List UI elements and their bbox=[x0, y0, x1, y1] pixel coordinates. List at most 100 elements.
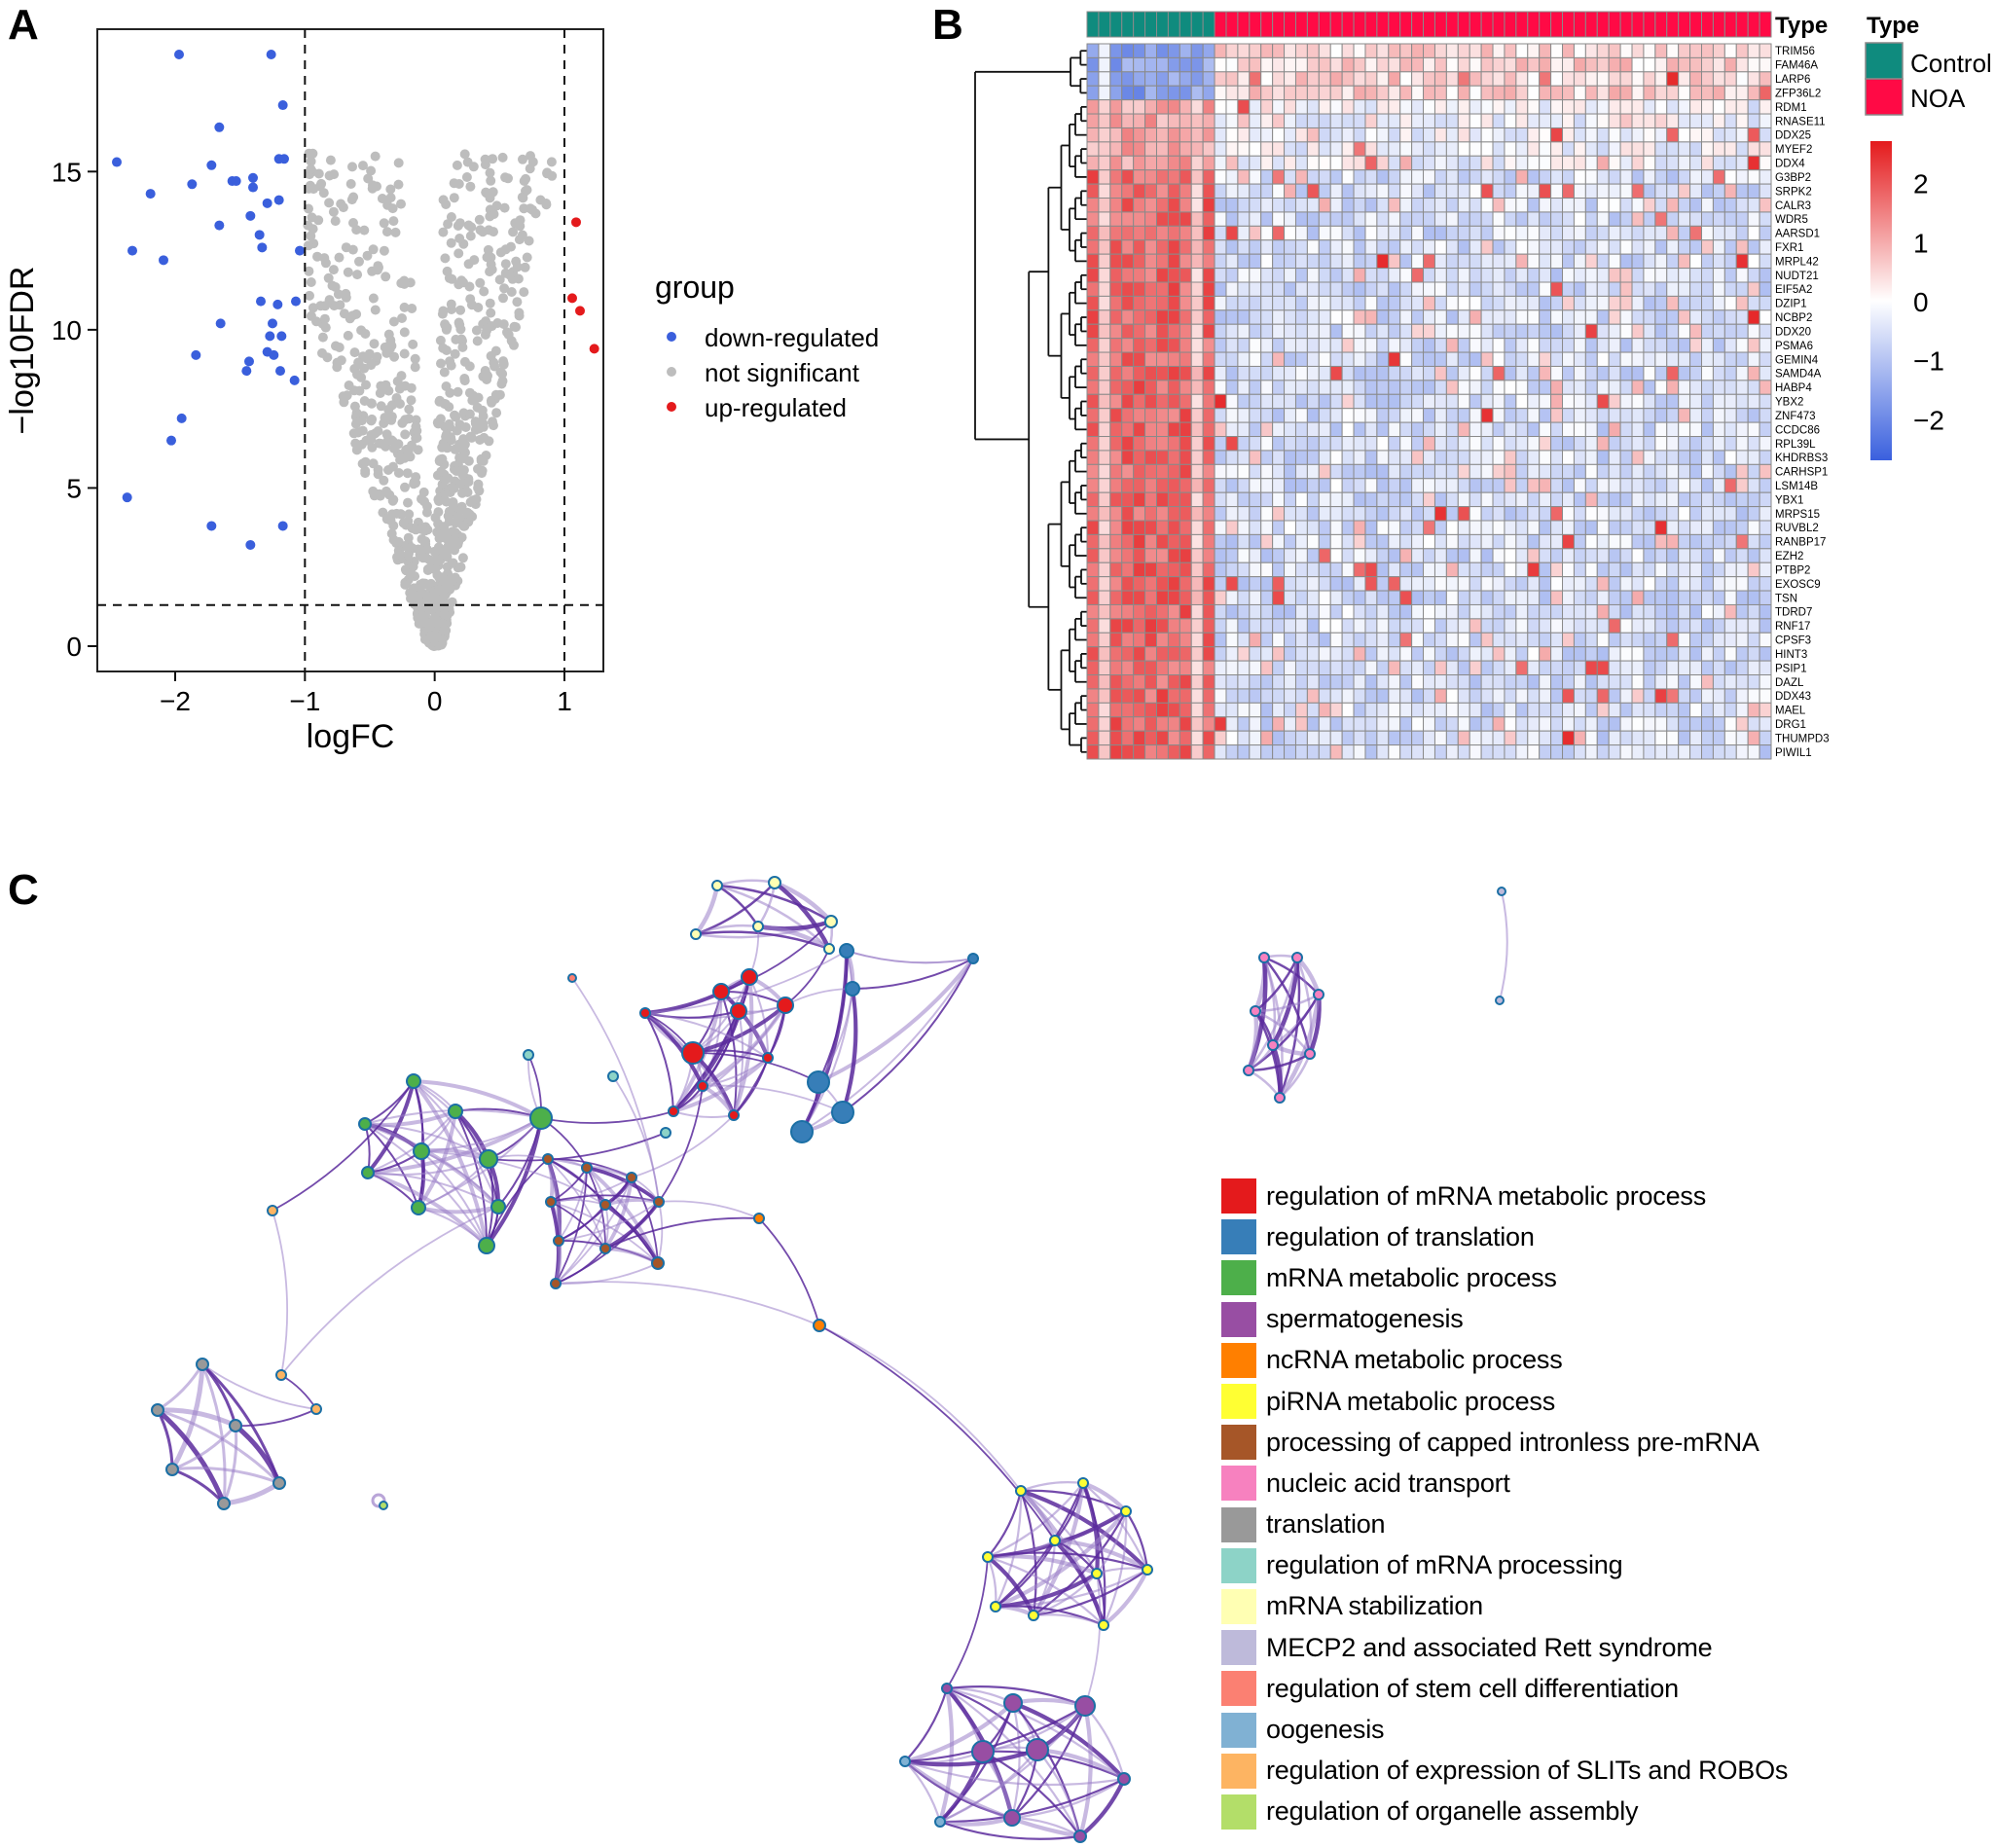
heatmap-cell bbox=[1423, 576, 1435, 592]
network-edge bbox=[547, 1158, 659, 1264]
heatmap-cell bbox=[1619, 239, 1633, 255]
heatmap-cell bbox=[1284, 281, 1296, 297]
heatmap-cell bbox=[1179, 351, 1192, 367]
heatmap-cell bbox=[1643, 632, 1656, 648]
network-edge bbox=[1036, 1747, 1126, 1781]
heatmap-cell bbox=[1723, 618, 1737, 634]
heatmap-cell bbox=[1654, 393, 1668, 410]
heatmap-cell bbox=[1098, 506, 1111, 522]
heatmap-cell bbox=[1562, 239, 1575, 255]
heatmap-cell bbox=[1643, 618, 1656, 634]
heatmap-cell bbox=[1411, 603, 1425, 620]
heatmap-cell bbox=[1596, 99, 1610, 115]
heatmap-cell bbox=[1098, 463, 1111, 480]
network-node bbox=[478, 1237, 495, 1254]
heatmap-cell bbox=[1562, 43, 1575, 58]
heatmap-cell bbox=[1701, 520, 1714, 535]
network-edge bbox=[555, 1281, 820, 1326]
heatmap-cell bbox=[1480, 506, 1494, 522]
heatmap-cell bbox=[1190, 99, 1204, 115]
heatmap-cell bbox=[1631, 198, 1645, 213]
annotation-cell-noa bbox=[1445, 11, 1459, 38]
heatmap-cell bbox=[1155, 463, 1169, 480]
heatmap-cell bbox=[1735, 113, 1749, 128]
heatmap-cell bbox=[1445, 603, 1459, 620]
network-edge bbox=[702, 1084, 844, 1113]
heatmap-cell bbox=[1341, 421, 1355, 438]
network-edge bbox=[784, 988, 853, 1006]
heatmap-cell bbox=[1678, 744, 1691, 760]
network-edge bbox=[987, 1553, 1098, 1576]
heatmap-cell bbox=[1260, 380, 1274, 395]
heatmap-cell bbox=[1341, 127, 1355, 143]
heatmap-cell bbox=[1214, 380, 1227, 395]
heatmap-cell bbox=[1527, 646, 1541, 662]
heatmap-cell bbox=[1109, 183, 1123, 199]
heatmap-cell bbox=[1712, 408, 1725, 423]
heatmap-cell bbox=[1550, 239, 1564, 255]
network-edge bbox=[695, 920, 832, 939]
heatmap-cell bbox=[1237, 674, 1251, 690]
heatmap-cell bbox=[1155, 533, 1169, 550]
heatmap-cell bbox=[1353, 463, 1366, 480]
heatmap-cell bbox=[1098, 562, 1111, 578]
heatmap-cell bbox=[1155, 268, 1169, 283]
heatmap-cell bbox=[1527, 491, 1541, 508]
heatmap-cell bbox=[1759, 632, 1772, 648]
heatmap-cell bbox=[1411, 562, 1425, 578]
heatmap-cell bbox=[1179, 393, 1192, 410]
heatmap-cell bbox=[1701, 225, 1714, 241]
heatmap-cell bbox=[1550, 421, 1564, 438]
heatmap-cell bbox=[1190, 323, 1204, 340]
heatmap-cell bbox=[1284, 127, 1296, 143]
heatmap-cell bbox=[1341, 56, 1355, 73]
heatmap-cell bbox=[1237, 660, 1251, 676]
heatmap-cell bbox=[1294, 478, 1308, 493]
network-node bbox=[411, 1200, 426, 1215]
heatmap-cell bbox=[1284, 338, 1296, 353]
heatmap-cell bbox=[1249, 71, 1262, 87]
heatmap-cell bbox=[1272, 520, 1286, 535]
network-edge bbox=[1096, 1510, 1128, 1575]
heatmap-cell bbox=[1294, 127, 1308, 143]
heatmap-cell bbox=[1712, 674, 1725, 690]
heatmap-cell bbox=[1098, 113, 1111, 128]
network-edge bbox=[658, 1085, 704, 1203]
heatmap-cell bbox=[1144, 198, 1157, 213]
heatmap-cell bbox=[1539, 113, 1552, 128]
heatmap-cell bbox=[1445, 702, 1459, 718]
heatmap-cell bbox=[1341, 562, 1355, 578]
heatmap-cell bbox=[1608, 183, 1621, 199]
heatmap-cell bbox=[1133, 71, 1146, 87]
heatmap-cell bbox=[1121, 632, 1135, 648]
heatmap-cell bbox=[1701, 421, 1714, 438]
heatmap-cell bbox=[1411, 225, 1425, 241]
heatmap-cell bbox=[1539, 408, 1552, 423]
heatmap-cell bbox=[1272, 380, 1286, 395]
heatmap-cell bbox=[1179, 155, 1192, 171]
heatmap-cell bbox=[1133, 393, 1146, 410]
heatmap-cell bbox=[1225, 688, 1239, 704]
heatmap-cell bbox=[1086, 43, 1100, 58]
heatmap-cell bbox=[1539, 618, 1552, 634]
heatmap-cell bbox=[1539, 183, 1552, 199]
heatmap-cell bbox=[1584, 295, 1598, 311]
annotation-cell-noa bbox=[1457, 11, 1470, 38]
heatmap-cell bbox=[1086, 281, 1100, 297]
heatmap-cell bbox=[1098, 450, 1111, 465]
heatmap-cell bbox=[1573, 309, 1586, 325]
heatmap-cell bbox=[1433, 520, 1447, 535]
heatmap-cell bbox=[1364, 169, 1378, 185]
heatmap-cell bbox=[1433, 225, 1447, 241]
network-edge bbox=[1012, 1701, 1126, 1781]
heatmap-cell bbox=[1423, 281, 1435, 297]
heatmap-cell bbox=[1133, 408, 1146, 423]
heatmap-cell bbox=[1689, 198, 1703, 213]
heatmap-cell bbox=[1573, 632, 1586, 648]
heatmap-cell bbox=[1086, 730, 1100, 746]
heatmap-cell bbox=[1504, 113, 1517, 128]
heatmap-cell bbox=[1133, 268, 1146, 283]
heatmap-cell bbox=[1678, 338, 1691, 353]
heatmap-cell bbox=[1329, 393, 1343, 410]
heatmap-cell bbox=[1469, 338, 1482, 353]
